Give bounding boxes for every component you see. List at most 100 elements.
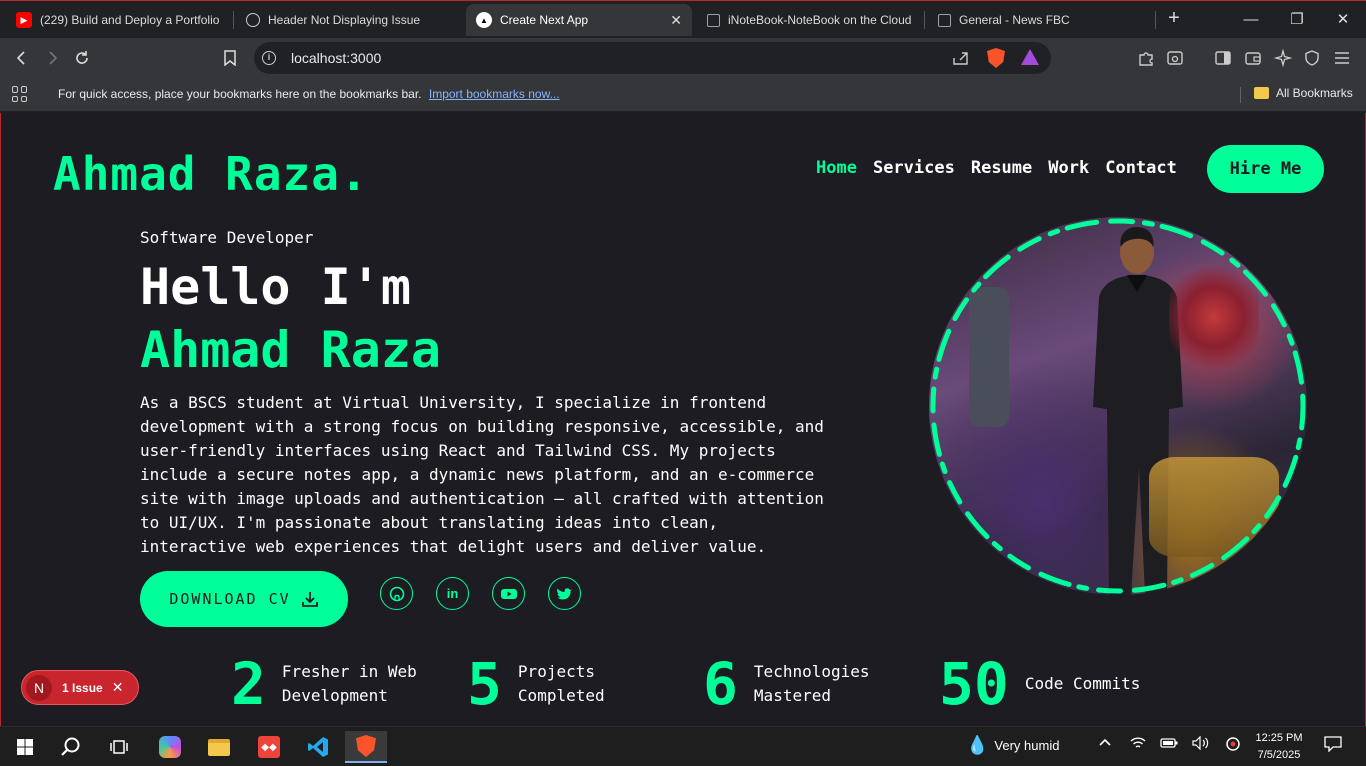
all-bookmarks-button[interactable]: All Bookmarks <box>1254 86 1353 100</box>
volume-control[interactable] <box>1192 735 1210 753</box>
brave-icon <box>356 735 376 757</box>
tab-create-next-app[interactable]: ▲ Create Next App ✕ <box>466 4 692 36</box>
back-button[interactable] <box>10 46 34 70</box>
bookmark-icon <box>224 50 236 66</box>
tab-header-issue[interactable]: Header Not Displaying Issue <box>236 4 462 36</box>
stat-label: Fresher in Web Development <box>282 660 417 708</box>
nextjs-avatar[interactable]: N <box>26 674 52 701</box>
close-icon[interactable]: ✕ <box>112 679 124 696</box>
linkedin-link[interactable]: in <box>436 577 469 610</box>
vpn-button[interactable] <box>1300 46 1324 70</box>
vpn-tray-icon <box>1226 737 1240 751</box>
youtube-icon <box>500 588 517 599</box>
brave-shield-icon[interactable] <box>987 48 1005 68</box>
site-logo[interactable]: Ahmad Raza. <box>53 147 369 201</box>
stat-label: Projects Completed <box>518 660 605 708</box>
site-info-icon[interactable]: i <box>262 51 276 65</box>
stat-label: Technologies Mastered <box>754 660 870 708</box>
import-bookmarks-link[interactable]: Import bookmarks now... <box>429 87 560 101</box>
nav-services[interactable]: Services <box>873 158 955 178</box>
address-bar[interactable]: i localhost:3000 <box>254 42 1051 74</box>
tab-youtube[interactable]: ▶ (229) Build and Deploy a Portfolio <box>6 4 232 36</box>
stat-label-line: Fresher in Web <box>281 662 417 681</box>
brave-browser-app[interactable] <box>345 731 387 763</box>
anydesk-app[interactable]: ◆◆ <box>248 731 290 763</box>
profile-photo <box>929 217 1307 595</box>
close-tab-icon[interactable]: ✕ <box>662 12 682 29</box>
maximize-button[interactable]: ❐ <box>1274 1 1320 37</box>
search-icon <box>61 737 80 756</box>
task-view-button[interactable] <box>98 731 140 763</box>
twitter-icon <box>557 587 572 599</box>
vscode-icon <box>308 737 328 757</box>
url-text[interactable]: localhost:3000 <box>291 50 381 66</box>
close-window-button[interactable]: ✕ <box>1320 1 1366 37</box>
nav-resume[interactable]: Resume <box>971 158 1032 178</box>
stat-label-line: Completed <box>517 686 605 705</box>
notifications-button[interactable] <box>1324 736 1342 755</box>
logo-dot: . <box>339 147 369 201</box>
brave-rewards-icon[interactable] <box>1021 49 1039 65</box>
notification-icon <box>1324 736 1342 753</box>
youtube-link[interactable] <box>492 577 525 610</box>
main-nav: Home Services Resume Work Contact <box>816 158 1177 178</box>
reader-mode-button[interactable] <box>1163 46 1187 70</box>
vscode-app[interactable] <box>297 731 339 763</box>
stat-number: 50 <box>939 650 1009 718</box>
portfolio-page: Ahmad Raza. Home Services Resume Work Co… <box>0 113 1366 726</box>
extensions-button[interactable] <box>1134 46 1158 70</box>
back-arrow-icon <box>16 51 25 65</box>
file-explorer-app[interactable] <box>198 731 240 763</box>
battery-status[interactable] <box>1160 737 1178 752</box>
new-tab-button[interactable]: + <box>1162 7 1186 31</box>
stat-label-line: Technologies <box>753 662 870 681</box>
stat-label-line: Code Commits <box>1024 674 1141 693</box>
nav-contact[interactable]: Contact <box>1105 158 1177 178</box>
clock-date: 7/5/2025 <box>1257 749 1301 761</box>
reload-button[interactable] <box>70 46 94 70</box>
bookmarks-hint: For quick access, place your bookmarks h… <box>58 87 560 101</box>
stat-number: 6 <box>703 650 738 718</box>
wallet-button[interactable] <box>1241 46 1265 70</box>
bookmarks-bar: For quick access, place your bookmarks h… <box>0 78 1366 112</box>
search-button[interactable] <box>50 731 92 763</box>
sidebar-button[interactable] <box>1211 46 1235 70</box>
vpn-shield-icon <box>1305 50 1319 66</box>
youtube-icon: ▶ <box>16 12 32 28</box>
forward-button[interactable] <box>40 46 64 70</box>
bookmark-button[interactable] <box>218 46 242 70</box>
github-link[interactable] <box>380 577 413 610</box>
stat-label-line: Mastered <box>753 686 831 705</box>
weather-widget[interactable]: 💧 Very humid <box>966 735 1059 756</box>
nextjs-issues-badge[interactable]: N 1 Issue ✕ <box>21 670 139 705</box>
chevron-up-icon <box>1099 738 1111 746</box>
tab-news-fbc[interactable]: General - News FBC <box>928 4 1152 36</box>
twitter-link[interactable] <box>548 577 581 610</box>
page-icon <box>707 13 720 27</box>
nav-home[interactable]: Home <box>816 158 857 178</box>
hire-me-button[interactable]: Hire Me <box>1207 145 1324 193</box>
stat-projects: 5 Projects Completed <box>467 650 605 718</box>
apps-grid-icon[interactable] <box>12 86 28 102</box>
system-clock[interactable]: 12:25 PM 7/5/2025 <box>1254 730 1304 764</box>
brave-vpn-tray[interactable] <box>1225 736 1241 755</box>
nav-work[interactable]: Work <box>1048 158 1089 178</box>
download-cv-button[interactable]: DOWNLOAD CV <box>140 571 348 627</box>
share-icon[interactable] <box>952 50 970 66</box>
network-status[interactable] <box>1130 736 1146 753</box>
stat-technologies: 6 Technologies Mastered <box>703 650 870 718</box>
issue-count-label[interactable]: 1 Issue <box>62 681 103 695</box>
tab-inotebook[interactable]: iNoteBook-NoteBook on the Cloud <box>697 4 921 36</box>
menu-button[interactable] <box>1330 46 1354 70</box>
logo-text: Ahmad Raza <box>53 147 340 201</box>
profile-dashed-ring <box>930 218 1306 594</box>
wallet-icon <box>1245 52 1261 65</box>
leo-ai-button[interactable] <box>1271 46 1295 70</box>
start-button[interactable] <box>4 731 46 763</box>
minimize-button[interactable]: — <box>1228 1 1274 37</box>
show-hidden-icons-button[interactable] <box>1098 736 1112 751</box>
tab-label: Create Next App <box>500 13 589 27</box>
reader-icon <box>1167 51 1183 65</box>
bookmarks-hint-text: For quick access, place your bookmarks h… <box>58 87 422 101</box>
copilot-app[interactable] <box>149 731 191 763</box>
